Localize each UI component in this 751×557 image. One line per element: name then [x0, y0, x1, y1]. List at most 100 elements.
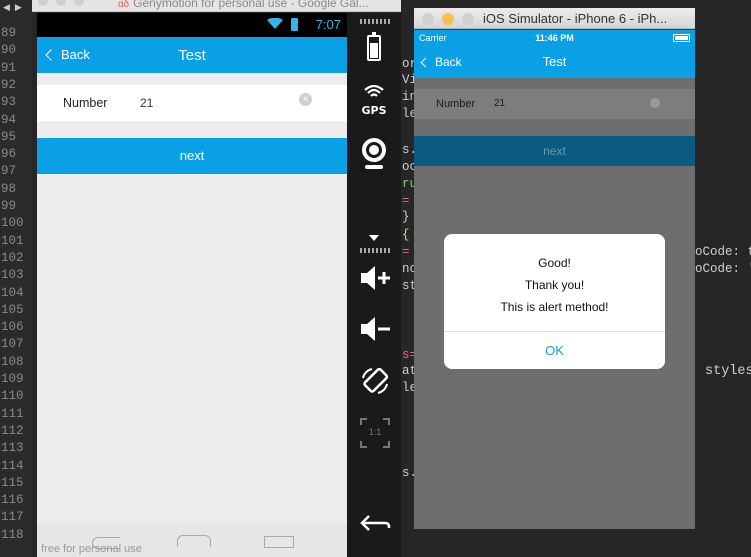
- line-number: 100: [1, 216, 24, 231]
- ios-number-row: Number 21: [414, 89, 695, 119]
- number-label: Number: [63, 96, 108, 110]
- gps-signal-icon: [364, 84, 384, 97]
- line-number: 118: [1, 527, 24, 542]
- line-number: 107: [1, 337, 24, 352]
- line-number: 108: [1, 354, 24, 369]
- android-number-row: Number 21 ×: [37, 85, 347, 121]
- line-number: 93: [1, 95, 17, 110]
- line-number: 117: [1, 510, 24, 525]
- zoom-window-icon[interactable]: [462, 13, 474, 25]
- line-number: 109: [1, 372, 24, 386]
- ios-nav-bar: Back Test: [414, 46, 695, 78]
- ios-status-time: 11:46 PM: [535, 33, 574, 43]
- line-number: 115: [1, 475, 24, 490]
- android-screen: 7:07 Back Test Number 21 × next: [37, 13, 347, 523]
- code-fragment: =: [402, 245, 410, 259]
- ios-screen: Carrier 11:46 PM Back Test Number 21 nex…: [414, 30, 695, 529]
- line-number: 90: [1, 43, 17, 58]
- android-nav-bar: Back Test: [37, 37, 347, 73]
- close-window-icon[interactable]: [38, 0, 48, 6]
- rotate-icon[interactable]: [360, 366, 390, 396]
- ios-window-titlebar[interactable]: iOS Simulator - iPhone 6 - iPh...: [414, 8, 695, 29]
- android-status-bar: 7:07: [37, 13, 347, 37]
- minimize-window-icon[interactable]: [442, 13, 454, 25]
- line-number: 113: [1, 441, 24, 456]
- clear-input-icon[interactable]: ×: [299, 93, 312, 106]
- scroll-down-icon[interactable]: [369, 235, 379, 241]
- gps-widget[interactable]: GPS: [347, 84, 401, 117]
- code-fragment: styles: [705, 364, 751, 379]
- ios-status-bar: Carrier 11:46 PM: [414, 30, 695, 46]
- personal-use-footnote: free for personal use: [41, 543, 142, 555]
- webcam-icon[interactable]: [362, 138, 386, 162]
- battery-widget-icon[interactable]: [367, 32, 381, 61]
- line-number: 102: [1, 250, 24, 265]
- line-number: 114: [1, 458, 24, 473]
- alert-title: Good!: [538, 256, 571, 270]
- gps-label: GPS: [361, 104, 387, 117]
- line-number: 101: [1, 233, 24, 248]
- window-title-text: Genymotion for personal use - Google Gal…: [133, 0, 369, 10]
- line-number: 112: [1, 423, 24, 438]
- gutter-nav: ◀ ▶: [0, 0, 32, 16]
- alert-ok-button[interactable]: OK: [444, 332, 665, 369]
- code-fragment: =: [402, 194, 410, 208]
- battery-icon: [291, 18, 298, 31]
- number-input[interactable]: 21: [140, 96, 153, 110]
- nav-left-icon[interactable]: ◀: [3, 3, 10, 13]
- close-window-icon[interactable]: [422, 13, 434, 25]
- line-number: 96: [1, 147, 17, 162]
- minimize-window-icon[interactable]: [56, 0, 66, 6]
- webcam-base: [365, 165, 383, 169]
- line-number: 110: [1, 389, 24, 404]
- line-number: 95: [1, 129, 17, 144]
- clear-input-icon[interactable]: [650, 98, 660, 108]
- number-label: Number: [436, 98, 476, 110]
- ios-next-button[interactable]: next: [414, 136, 695, 166]
- android-window-title: ɑδ Genymotion for personal use - Google G…: [118, 0, 369, 10]
- android-back-key-icon[interactable]: [359, 513, 391, 533]
- android-window-titlebar[interactable]: ɑδ Genymotion for personal use - Google G…: [32, 0, 401, 12]
- line-number: 99: [1, 199, 17, 213]
- line-number: 89: [1, 26, 17, 40]
- nav-right-icon[interactable]: ▶: [15, 3, 22, 13]
- android-nav-title: Test: [178, 47, 206, 64]
- ios-window-title: iOS Simulator - iPhone 6 - iPh...: [483, 11, 668, 26]
- scale-1to1-widget[interactable]: 1:1: [360, 418, 390, 448]
- code-fragment: oCode: ': [695, 262, 751, 276]
- toolbar-grip: [360, 19, 392, 24]
- line-number: 94: [1, 112, 17, 127]
- window-title-prefix: ɑδ: [118, 0, 130, 10]
- android-status-time: 7:07: [315, 17, 341, 32]
- android-next-button[interactable]: next: [37, 138, 347, 174]
- genymotion-toolbar: GPS 1:1: [347, 13, 401, 557]
- code-fragment: }: [402, 210, 410, 224]
- window-controls: [38, 0, 84, 6]
- line-number: 106: [1, 320, 24, 335]
- number-input[interactable]: 21: [494, 98, 505, 109]
- volume-up-icon[interactable]: [359, 265, 391, 291]
- line-number: 103: [1, 268, 24, 283]
- line-number: 116: [1, 493, 24, 508]
- battery-icon: [673, 34, 690, 42]
- editor-gutter: ◀ ▶ 89 90 91 92 93 94 95 96 97 98 99 100 101 102 103 10…: [0, 0, 32, 557]
- volume-down-icon[interactable]: [359, 316, 391, 342]
- system-home-icon[interactable]: [177, 535, 211, 547]
- code-fragment: {: [402, 228, 410, 242]
- toolbar-grip: [360, 248, 392, 253]
- line-number: 111: [1, 406, 24, 421]
- wifi-icon: [267, 18, 283, 29]
- line-number: 105: [1, 302, 24, 317]
- ios-nav-title: Test: [542, 54, 567, 69]
- alert-message-line2: This is alert method!: [500, 300, 609, 314]
- line-number: 91: [1, 60, 17, 75]
- scale-label: 1:1: [368, 427, 382, 437]
- alert-dialog: Good! Thank you! This is alert method! O…: [444, 234, 665, 369]
- line-number: 98: [1, 181, 17, 196]
- system-recent-apps-icon[interactable]: [264, 536, 294, 548]
- alert-message-line1: Thank you!: [524, 278, 585, 292]
- zoom-window-icon[interactable]: [74, 0, 84, 6]
- ios-simulator-window: iOS Simulator - iPhone 6 - iPh... Carrie…: [414, 8, 695, 529]
- desktop: ◀ ▶ 89 90 91 92 93 94 95 96 97 98 99 100 101 102 103 10…: [0, 0, 751, 557]
- line-number: 92: [1, 77, 17, 92]
